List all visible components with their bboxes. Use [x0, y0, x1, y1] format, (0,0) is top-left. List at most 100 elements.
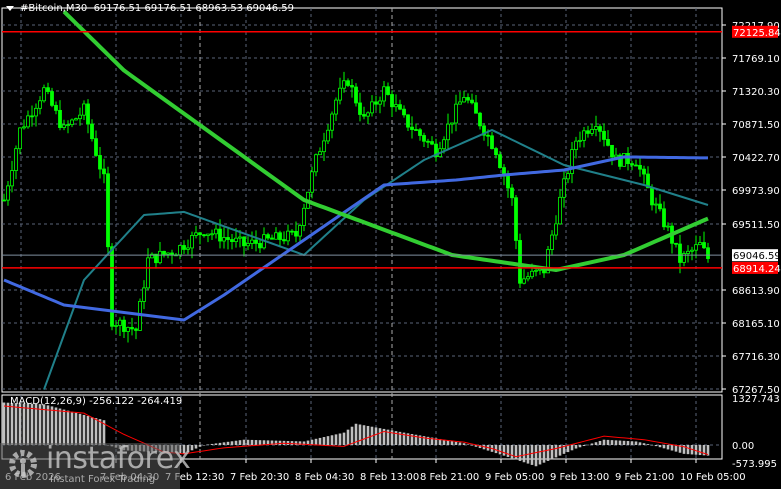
candle-body	[514, 197, 518, 241]
macd-histogram-bar	[290, 441, 294, 445]
macd-histogram-bar	[34, 403, 38, 445]
candle-body	[562, 178, 566, 198]
macd-histogram-bar	[22, 403, 26, 445]
macd-histogram-bar	[510, 445, 514, 459]
macd-histogram-bar	[66, 410, 70, 445]
macd-histogram-bar	[538, 445, 542, 465]
macd-histogram-bar	[506, 445, 510, 457]
candle-body	[86, 103, 90, 125]
macd-signal-value: -264.419	[137, 396, 183, 407]
candle-body	[310, 171, 314, 193]
candle-body	[194, 232, 198, 236]
macd-histogram-bar	[54, 407, 58, 445]
macd-histogram-bar	[334, 434, 338, 445]
candle-body	[94, 138, 98, 156]
instaforex-watermark: instaforex Instant Forex Trading	[0, 441, 191, 489]
candle-body	[698, 242, 702, 246]
candle-body	[106, 173, 110, 248]
macd-histogram-bar	[250, 439, 254, 445]
candle-body	[62, 124, 66, 128]
macd-histogram-bar	[350, 426, 354, 445]
candle-body	[374, 101, 378, 105]
macd-histogram-bar	[198, 445, 202, 447]
candle-body	[166, 252, 170, 255]
candle-body	[454, 103, 458, 124]
macd-histogram-bar	[598, 440, 602, 445]
candle-body	[626, 152, 630, 165]
price-tick-label: 69973.90	[732, 186, 780, 197]
candle-body	[122, 319, 126, 332]
candle-body	[102, 168, 106, 175]
macd-histogram-bar	[378, 428, 382, 445]
candle-body	[578, 139, 582, 142]
time-label: 8 Feb 21:00	[420, 472, 479, 483]
macd-histogram-bar	[666, 445, 670, 450]
close-value: 69046.59	[246, 3, 294, 14]
candle-body	[254, 239, 258, 244]
candle-body	[358, 102, 362, 115]
macd-histogram-bar	[222, 442, 226, 445]
macd-histogram-bar	[498, 445, 502, 455]
candle-body	[518, 240, 522, 284]
candle-body	[134, 328, 138, 331]
watermark-brand: instaforex	[46, 441, 191, 476]
candle-body	[246, 243, 250, 247]
candle-body	[338, 87, 342, 101]
candle-body	[190, 235, 194, 249]
candle-body	[42, 87, 46, 102]
candle-body	[446, 123, 450, 141]
candle-body	[146, 257, 150, 289]
candle-body	[286, 230, 290, 242]
candle-body	[426, 140, 430, 143]
candle-body	[90, 123, 94, 140]
candle-body	[486, 134, 490, 137]
candle-body	[18, 127, 22, 150]
candle-body	[226, 237, 230, 240]
candle-body	[278, 232, 282, 240]
macd-histogram-bar	[662, 445, 666, 449]
candle-body	[634, 164, 638, 167]
candle-body	[478, 112, 482, 127]
macd-histogram-bar	[582, 445, 586, 447]
candle-body	[402, 108, 406, 116]
candle-body	[230, 239, 234, 243]
macd-histogram-bar	[318, 437, 322, 445]
macd-histogram-bar	[646, 444, 650, 445]
candle-body	[410, 126, 414, 130]
macd-histogram-bar	[514, 445, 518, 460]
candle-body	[466, 97, 470, 101]
candle-body	[158, 250, 162, 264]
candle-body	[118, 319, 122, 326]
macd-histogram-bar	[366, 425, 370, 445]
macd-histogram-bar	[466, 444, 470, 445]
macd-histogram-bar	[326, 436, 330, 445]
macd-histogram-bar	[554, 445, 558, 458]
candle-body	[462, 97, 466, 103]
price-chart[interactable]: 72217.9071769.1071320.3070871.5070422.70…	[0, 0, 781, 489]
candle-body	[130, 327, 134, 330]
candle-body	[98, 155, 102, 170]
candle-body	[706, 247, 710, 259]
candle-body	[334, 99, 338, 115]
macd-histogram-bar	[614, 440, 618, 445]
candle-body	[114, 325, 118, 327]
candle-body	[198, 232, 202, 236]
candle-body	[674, 242, 678, 245]
dropdown-triangle-icon[interactable]	[6, 5, 14, 11]
candle-body	[314, 154, 318, 173]
price-tick-label: 70422.70	[732, 153, 780, 164]
macd-histogram-bar	[330, 435, 334, 445]
candle-body	[366, 112, 370, 117]
candle-body	[206, 233, 210, 236]
macd-histogram-bar	[450, 441, 454, 445]
candle-body	[702, 242, 706, 249]
macd-histogram-bar	[230, 441, 234, 445]
macd-histogram-bar	[242, 439, 246, 445]
candle-body	[362, 114, 366, 117]
macd-histogram-bar	[578, 445, 582, 448]
macd-histogram-bar	[650, 445, 654, 446]
candle-body	[318, 151, 322, 156]
candle-body	[182, 245, 186, 250]
macd-histogram-bar	[686, 445, 690, 455]
candle-body	[282, 239, 286, 242]
